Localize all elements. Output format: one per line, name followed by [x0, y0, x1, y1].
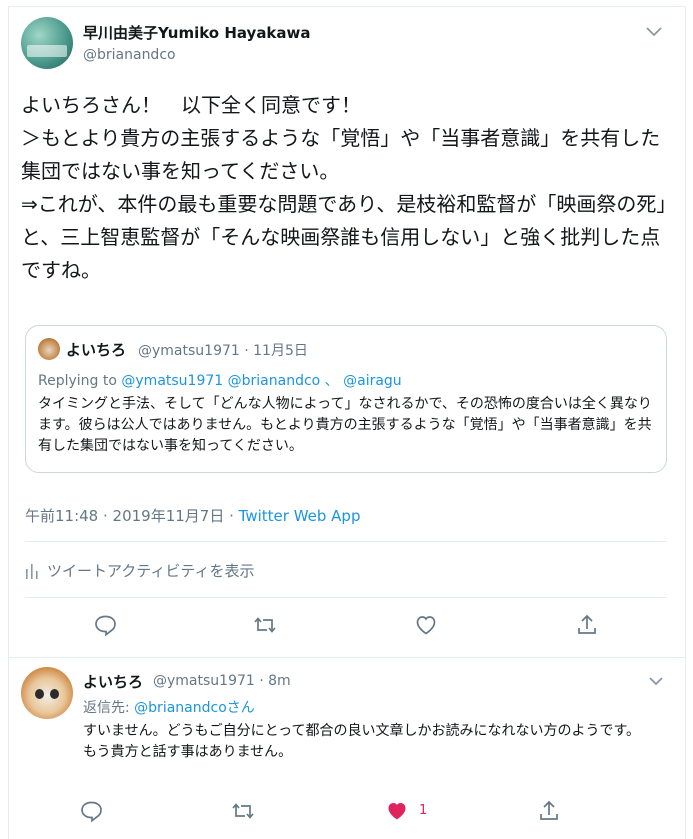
- quoted-author-name: よいちろ: [66, 341, 127, 359]
- share-icon[interactable]: [537, 799, 561, 823]
- liked-heart-icon[interactable]: [385, 799, 409, 823]
- divider: [25, 541, 667, 542]
- reply-text: すいません。どうもご自分にとって都合の良い文章しかお読みになれない方のようです。…: [83, 723, 641, 760]
- divider: [25, 597, 667, 598]
- retweet-icon[interactable]: [231, 799, 255, 823]
- tweet-meta: 午前11:48 · 2019年11月7日 · Twitter Web App: [25, 507, 361, 525]
- replying-to-label: Replying to: [38, 373, 122, 389]
- retweet-icon[interactable]: [253, 613, 277, 637]
- tweet-activity-link[interactable]: ツイートアクティビティを表示: [25, 560, 254, 581]
- reply-author-avatar[interactable]: [21, 667, 73, 719]
- chevron-down-icon[interactable]: [643, 25, 665, 39]
- reply-to-label: 返信先:: [83, 700, 135, 716]
- tweet-action-bar: [9, 613, 685, 643]
- quoted-tweet-card[interactable]: よいちろ @ymatsu1971 · 11月5日 Replying to @ym…: [25, 325, 667, 473]
- reply-icon[interactable]: [93, 613, 117, 637]
- like-icon[interactable]: [414, 613, 438, 637]
- tweet-source[interactable]: Twitter Web App: [239, 507, 361, 525]
- reply-to-target[interactable]: @brianandcoさん: [134, 700, 255, 716]
- chevron-down-icon[interactable]: [647, 675, 665, 687]
- share-icon[interactable]: [575, 613, 599, 637]
- reply-action-bar: 1: [9, 799, 685, 829]
- quoted-author-handle-date: @ymatsu1971 · 11月5日: [138, 343, 308, 359]
- tweet-activity-label: ツイートアクティビティを表示: [47, 562, 255, 580]
- reply-author-handle-time[interactable]: @ymatsu1971 · 8m: [153, 673, 291, 689]
- reply-icon[interactable]: [79, 799, 103, 823]
- reply-author-name[interactable]: よいちろ: [83, 671, 143, 692]
- tweet-page: 早川由美子Yumiko Hayakawa @brianandco よいちろさん！…: [8, 6, 686, 839]
- tweet-separator: [9, 657, 685, 658]
- analytics-icon: [26, 564, 38, 579]
- quoted-tweet-text: タイミングと手法、そして「どんな人物によって」なされるかで、その恐怖の度合いは全…: [38, 396, 652, 454]
- tweet-timestamp[interactable]: 午前11:48 · 2019年11月7日: [25, 507, 224, 525]
- author-handle[interactable]: @brianandco: [83, 47, 176, 63]
- tweet-text: よいちろさん！ 以下全く同意です！ ＞もとより貴方の主張するような「覚悟」や「当…: [21, 93, 667, 282]
- quoted-author-avatar: [38, 338, 60, 360]
- quoted-replying-to: Replying to @ymatsu1971 @brianandco 、 @a…: [38, 370, 402, 390]
- like-count: 1: [419, 803, 428, 818]
- reply-to-line: 返信先: @brianandcoさん: [83, 697, 255, 717]
- author-avatar[interactable]: [21, 17, 73, 69]
- replying-to-users[interactable]: @ymatsu1971 @brianandco 、 @airagu: [121, 373, 401, 389]
- author-display-name[interactable]: 早川由美子Yumiko Hayakawa: [83, 22, 311, 43]
